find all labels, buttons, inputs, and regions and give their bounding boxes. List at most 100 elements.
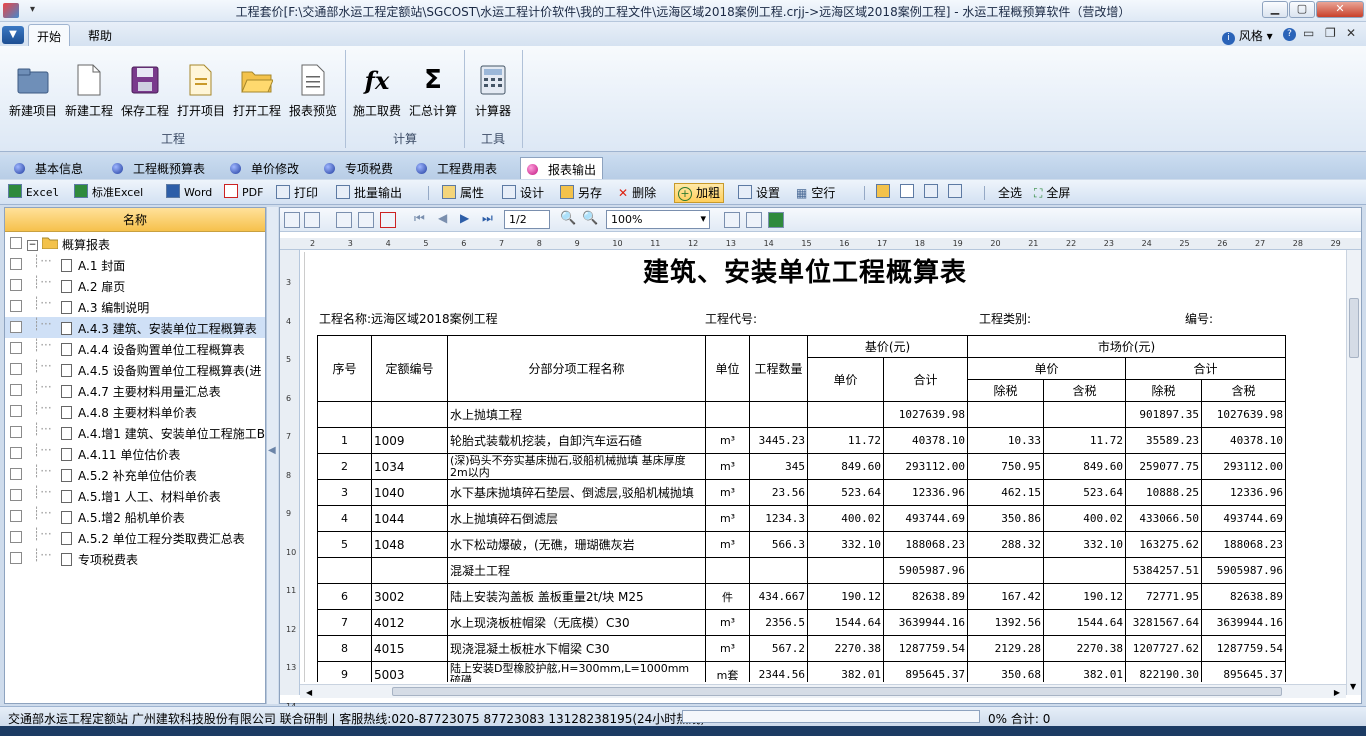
tree-checkbox[interactable] — [10, 426, 22, 438]
horizontal-scroll-thumb[interactable] — [392, 687, 1282, 696]
open-folder-tool-button[interactable] — [876, 184, 894, 202]
tree-item[interactable]: ┊··· A.5.2 补充单位估价表 — [5, 464, 265, 485]
tree-root[interactable]: − 概算报表 — [5, 233, 265, 254]
export-std-excel-button[interactable]: 标准Excel — [74, 184, 143, 202]
tab-basic-info[interactable]: 基本信息 — [8, 157, 89, 179]
tree-item[interactable]: ┊··· A.5.2 单位工程分类取费汇总表 — [5, 527, 265, 548]
tab-unit-price[interactable]: 单价修改 — [224, 157, 305, 179]
tree-item[interactable]: ┊··· 专项税费表 — [5, 548, 265, 569]
horizontal-scrollbar[interactable]: ◀ ▶ — [300, 684, 1346, 698]
tree-item[interactable]: ┊··· A.4.11 单位估价表 — [5, 443, 265, 464]
tree-item[interactable]: ┊··· A.4.7 主要材料用量汇总表 — [5, 380, 265, 401]
collapse-icon[interactable]: − — [27, 236, 38, 251]
new-project-file-button[interactable]: 新建工程 — [62, 60, 116, 120]
tree-checkbox[interactable] — [10, 489, 22, 501]
tree-item[interactable]: ┊··· A.5.增2 船机单价表 — [5, 506, 265, 527]
print-icon[interactable] — [284, 212, 300, 228]
tab-start[interactable]: 开始 — [28, 24, 71, 46]
tree-checkbox[interactable] — [10, 468, 22, 480]
scroll-down-icon[interactable]: ▼ — [1350, 682, 1356, 691]
tree-checkbox[interactable] — [10, 531, 22, 543]
tree-checkbox[interactable] — [10, 405, 22, 417]
pdf-icon[interactable] — [380, 212, 396, 228]
close-button[interactable]: ✕ — [1316, 1, 1364, 18]
export-word-button[interactable]: Word — [166, 184, 212, 202]
blank-row-button[interactable]: ▦ 空行 — [796, 184, 835, 202]
vertical-scrollbar[interactable]: ▼ — [1346, 250, 1361, 695]
tab-special-tax[interactable]: 专项税费 — [318, 157, 399, 179]
collapse-arrow-icon[interactable]: ◀ — [268, 445, 276, 456]
new-page-tool-button[interactable] — [900, 184, 918, 202]
batch-output-button[interactable]: 批量输出 — [336, 184, 402, 202]
save-project-button[interactable]: 保存工程 — [118, 60, 172, 120]
tab-report-output[interactable]: 报表输出 — [520, 157, 604, 179]
tree-item[interactable]: ┊··· A.1 封面 — [5, 254, 265, 275]
tree-checkbox[interactable] — [10, 300, 22, 312]
last-page-icon[interactable]: ⏭ — [482, 211, 493, 226]
panel-splitter[interactable]: ◀ — [266, 207, 278, 704]
prev-page-icon[interactable]: ◀ — [438, 211, 447, 225]
export-icon[interactable] — [336, 212, 352, 228]
scroll-right-icon[interactable]: ▶ — [1334, 688, 1340, 697]
calculator-button[interactable]: 计算器 — [466, 60, 520, 120]
open-file-button[interactable]: 打开工程 — [230, 60, 284, 120]
multi-page-icon[interactable] — [768, 212, 784, 228]
excel-icon[interactable] — [358, 212, 374, 228]
tree-item[interactable]: ┊··· A.4.5 设备购置单位工程概算表(进 — [5, 359, 265, 380]
maximize-button[interactable]: ▢ — [1289, 1, 1315, 18]
tree-item[interactable]: ┊··· A.4.3 建筑、安装单位工程概算表 — [5, 317, 265, 338]
restore-icon[interactable]: ❐ — [1325, 26, 1336, 40]
tree-checkbox[interactable] — [10, 447, 22, 459]
select-all-button[interactable]: 全选 — [998, 184, 1022, 202]
page-input[interactable]: 1/2 — [504, 210, 550, 229]
design-button[interactable]: 设计 — [502, 184, 544, 202]
zoom-select[interactable]: 100% ▾ — [606, 210, 710, 229]
delete-button[interactable]: ✕ 删除 — [618, 184, 656, 202]
settings-button[interactable]: 设置 — [738, 184, 780, 202]
search-tool-button[interactable] — [924, 184, 942, 202]
tree-item[interactable]: ┊··· A.2 扉页 — [5, 275, 265, 296]
ribbon-minimize-icon[interactable]: ▭ — [1303, 26, 1314, 40]
tree-item[interactable]: ┊··· A.4.8 主要材料单价表 — [5, 401, 265, 422]
summary-calc-button[interactable]: Σ 汇总计算 — [406, 60, 460, 120]
tree-checkbox[interactable] — [10, 363, 22, 375]
export-pdf-button[interactable]: PDF — [224, 184, 263, 202]
tab-cost-table[interactable]: 工程费用表 — [410, 157, 503, 179]
construction-fee-button[interactable]: fx 施工取费 — [350, 60, 404, 120]
new-project-button[interactable]: 新建项目 — [6, 60, 60, 120]
first-page-icon[interactable]: ⏮ — [414, 211, 425, 226]
tree-checkbox[interactable] — [10, 552, 22, 564]
tree-checkbox[interactable] — [10, 321, 22, 333]
print-button[interactable]: 打印 — [276, 184, 318, 202]
close-doc-icon[interactable]: ✕ — [1346, 26, 1356, 40]
tree-item[interactable]: ┊··· A.3 编制说明 — [5, 296, 265, 317]
tree-checkbox[interactable] — [10, 510, 22, 522]
next-page-icon[interactable]: ▶ — [460, 211, 469, 225]
app-menu-button[interactable]: ▼ — [2, 26, 24, 44]
copy-tool-button[interactable] — [948, 184, 966, 202]
export-excel-button[interactable]: Excel — [8, 184, 59, 202]
tree-item[interactable]: ┊··· A.5.增1 人工、材料单价表 — [5, 485, 265, 506]
tree-checkbox[interactable] — [10, 237, 22, 249]
open-project-button[interactable]: 打开项目 — [174, 60, 228, 120]
page-setup-icon[interactable] — [724, 212, 740, 228]
fullscreen-button[interactable]: ⛶ 全屏 — [1034, 184, 1070, 202]
tree-item[interactable]: ┊··· A.4.增1 建筑、安装单位工程施工B — [5, 422, 265, 443]
single-page-icon[interactable] — [746, 212, 762, 228]
minimize-button[interactable]: ▁ — [1262, 1, 1288, 18]
tree-checkbox[interactable] — [10, 384, 22, 396]
style-menu[interactable]: i 风格 ▾ — [1222, 27, 1273, 45]
book-icon[interactable] — [304, 212, 320, 228]
tab-estimate[interactable]: 工程概预算表 — [106, 157, 211, 179]
tree-checkbox[interactable] — [10, 258, 22, 270]
scroll-left-icon[interactable]: ◀ — [306, 688, 312, 697]
tree-checkbox[interactable] — [10, 342, 22, 354]
zoom-out-icon[interactable]: 🔍 — [582, 211, 598, 226]
properties-button[interactable]: 属性 — [442, 184, 484, 202]
zoom-in-icon[interactable]: 🔍 — [560, 211, 576, 226]
tree-checkbox[interactable] — [10, 279, 22, 291]
report-preview-button[interactable]: 报表预览 — [286, 60, 340, 120]
save-as-button[interactable]: 另存 — [560, 184, 602, 202]
vertical-scroll-thumb[interactable] — [1349, 298, 1359, 358]
tree-item[interactable]: ┊··· A.4.4 设备购置单位工程概算表 — [5, 338, 265, 359]
